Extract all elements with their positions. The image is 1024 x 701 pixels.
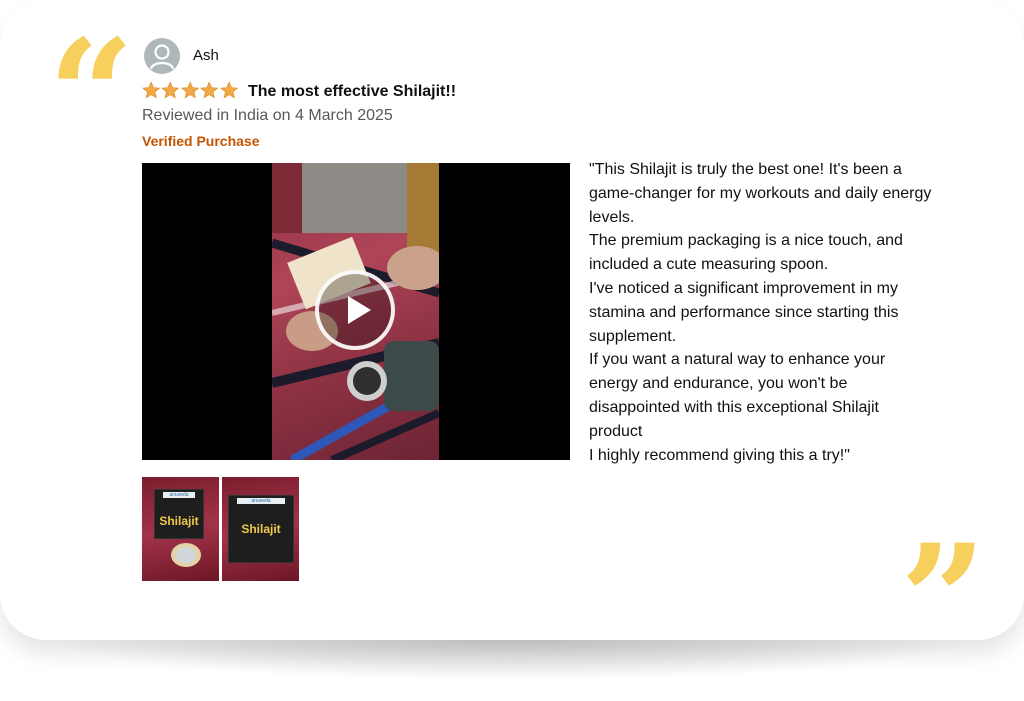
product-box: anuveda Shilajit — [228, 495, 294, 563]
review-date: Reviewed in India on 4 March 2025 — [142, 107, 393, 124]
star-icon — [180, 81, 200, 99]
review-title[interactable]: The most effective Shilajit!! — [248, 83, 456, 101]
brand-label: anuveda — [237, 498, 285, 504]
user-icon — [149, 44, 175, 70]
star-rating — [142, 81, 238, 101]
star-icon — [200, 81, 219, 99]
review-video-player[interactable] — [142, 163, 570, 460]
review-image-thumbnail-1[interactable]: anuveda Shilajit — [142, 477, 219, 581]
play-button[interactable] — [315, 270, 395, 350]
reviewer-name[interactable]: Ash — [193, 47, 219, 64]
review-card: “ ” Ash The most effective Shilajit!! Re… — [0, 0, 1024, 675]
play-icon — [348, 296, 371, 324]
review-body: "This Shilajit is truly the best one! It… — [589, 161, 932, 464]
review-image-thumbnail-2[interactable]: anuveda Shilajit — [222, 477, 299, 581]
star-icon — [219, 81, 238, 99]
product-name: Shilajit — [241, 522, 281, 536]
close-quote-icon: ” — [900, 512, 987, 688]
verified-purchase-badge: Verified Purchase — [142, 133, 260, 149]
measuring-spoon-image — [171, 543, 201, 567]
star-icon — [142, 81, 161, 99]
open-quote-icon: “ — [48, 7, 135, 183]
star-icon — [161, 81, 180, 99]
avatar[interactable] — [144, 38, 180, 74]
